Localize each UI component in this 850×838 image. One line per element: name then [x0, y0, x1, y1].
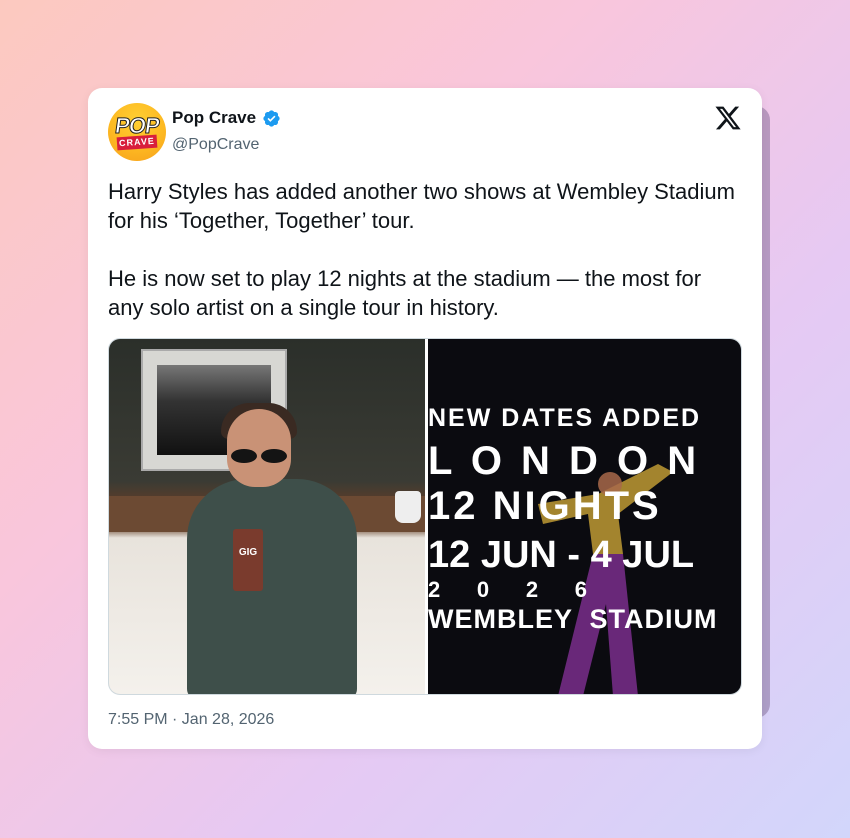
- cup-label: GIG: [238, 547, 258, 558]
- eye-patch-right: [261, 449, 287, 463]
- photo-hotel-room[interactable]: GIG: [109, 339, 425, 694]
- lamp: [395, 491, 421, 523]
- poster-line-4: 12 JUN - 4 JUL: [428, 534, 695, 576]
- author-name[interactable]: Pop Crave: [172, 108, 256, 128]
- poster-line-2: L O N D O N: [428, 439, 701, 483]
- avatar-crave-text: CRAVE: [116, 134, 158, 151]
- poster-line-6: WEMBLEY STADIUM: [428, 604, 718, 634]
- tweet-timestamp[interactable]: 7:55 PM · Jan 28, 2026: [108, 711, 274, 729]
- x-logo-icon[interactable]: [714, 104, 742, 132]
- person-figure: [187, 479, 357, 694]
- avatar[interactable]: POP CRAVE: [108, 103, 166, 161]
- author-handle[interactable]: @PopCrave: [172, 136, 259, 154]
- cup: GIG: [233, 529, 263, 591]
- head: [227, 409, 291, 487]
- tweet-media[interactable]: GIG NEW DATES ADDED L O N D O N 12 NIGHT…: [108, 338, 742, 695]
- poster-line-3: 12 NIGHTS: [428, 484, 662, 528]
- verified-badge-icon: [263, 109, 280, 127]
- author-name-row: Pop Crave: [172, 108, 281, 128]
- eye-patch-left: [231, 449, 257, 463]
- photo-tour-poster[interactable]: NEW DATES ADDED L O N D O N 12 NIGHTS 12…: [428, 339, 741, 694]
- poster-line-5: 2 0 2 6: [428, 577, 587, 602]
- tweet-card: POP CRAVE Pop Crave @PopCrave Harry Styl…: [88, 88, 762, 749]
- poster-line-1: NEW DATES ADDED: [428, 404, 702, 432]
- tweet-text: Harry Styles has added another two shows…: [108, 179, 735, 320]
